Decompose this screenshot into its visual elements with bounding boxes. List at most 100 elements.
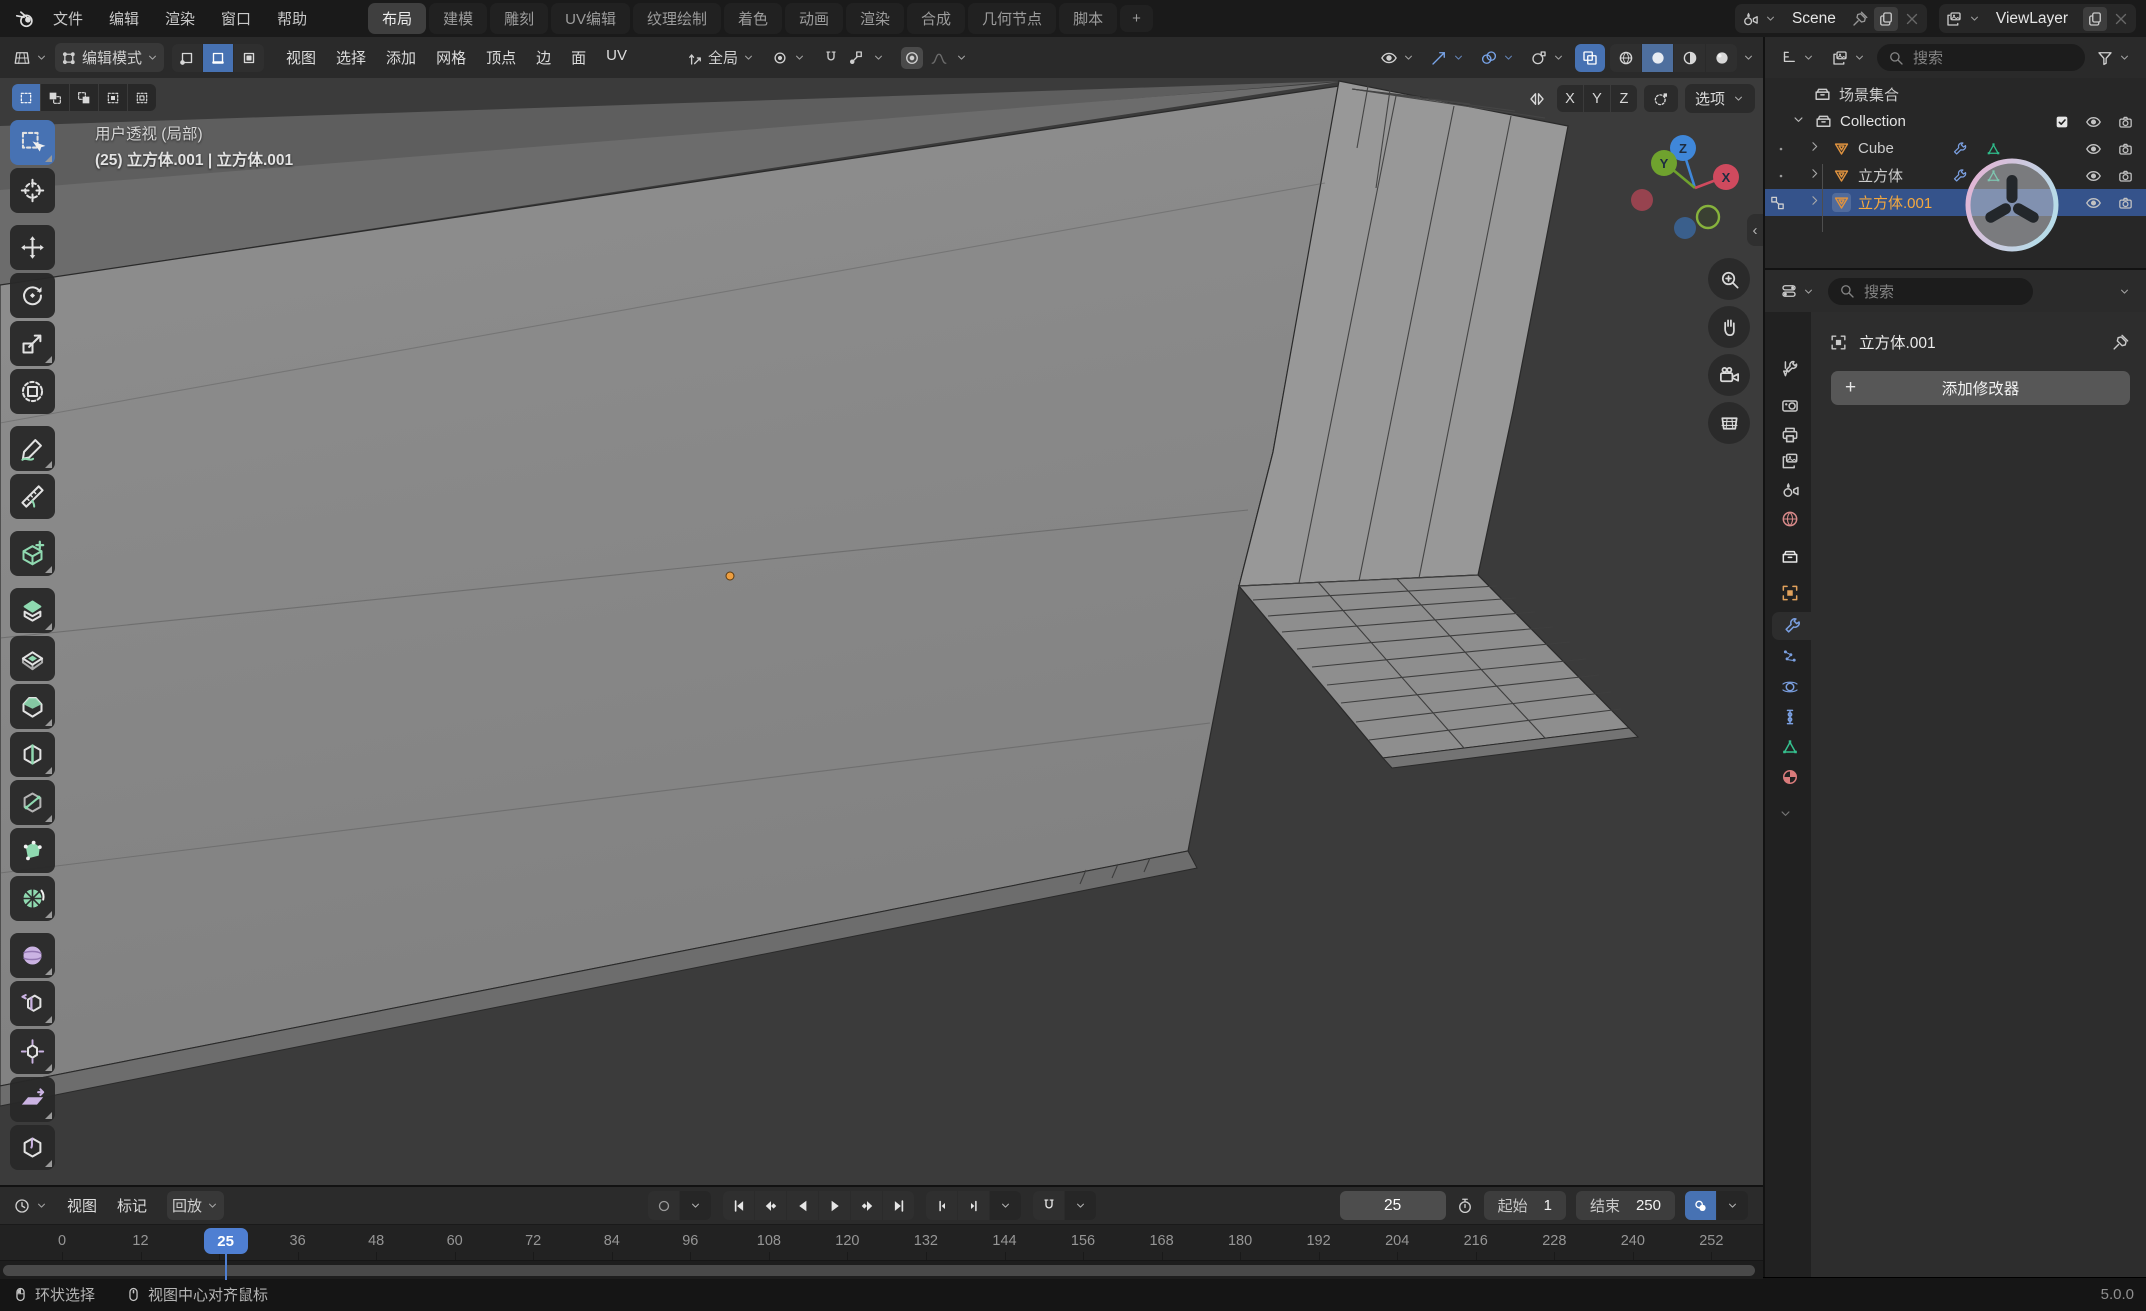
play-icon-button[interactable] (819, 1191, 850, 1220)
hide-render-toggle[interactable] (2117, 113, 2134, 130)
workspace-tab-着色[interactable]: 着色 (724, 3, 782, 34)
workspace-tab-几何节点[interactable]: 几何节点 (968, 3, 1056, 34)
outliner-row-场景集合[interactable]: 场景集合 (1765, 81, 2146, 108)
tool-rip-icon-button[interactable] (10, 1125, 55, 1170)
tool-annotate-icon-button[interactable] (10, 426, 55, 471)
keying-button[interactable] (1685, 1191, 1716, 1220)
tool-bevel-icon-button[interactable] (10, 684, 55, 729)
hide-viewport-toggle[interactable] (2085, 194, 2102, 211)
hide-viewport-toggle[interactable] (2085, 167, 2102, 184)
navigation-gizmo[interactable]: Z Y X (1628, 128, 1761, 248)
tool-spin-icon-button[interactable] (10, 876, 55, 921)
shading-material-icon-button[interactable] (1674, 44, 1705, 72)
select-subtract-icon-button[interactable] (70, 84, 98, 111)
viewport-menu-网格[interactable]: 网格 (426, 43, 476, 72)
viewport-menu-面[interactable]: 面 (561, 43, 596, 72)
workspace-tab-脚本[interactable]: 脚本 (1059, 3, 1117, 34)
add-workspace-button[interactable]: + (1120, 5, 1153, 32)
viewport-menu-边[interactable]: 边 (526, 43, 561, 72)
framestep-dropdown[interactable] (990, 1191, 1021, 1220)
select-invert-icon-button[interactable] (99, 84, 127, 111)
mesh-wireframe[interactable] (0, 78, 1763, 1185)
timeline-ruler[interactable]: 0122436486072849610812013214415616818019… (0, 1224, 1763, 1260)
delete-viewlayer-button[interactable] (2112, 10, 2130, 28)
hide-viewport-toggle[interactable] (2085, 113, 2102, 130)
stopwatch-icon[interactable] (1456, 1197, 1474, 1215)
pin-id-button[interactable] (2111, 333, 2130, 352)
visibility-eye-icon-toggle[interactable] (1375, 45, 1420, 71)
tab-output-icon-tab[interactable] (1772, 421, 1808, 449)
frame-start-field[interactable]: 起始1 (1484, 1191, 1566, 1220)
vertex-select-icon-button[interactable] (172, 44, 202, 72)
gizmo-icon-toggle[interactable] (1425, 45, 1470, 71)
workspace-tab-建模[interactable]: 建模 (429, 3, 487, 34)
outliner-display-mode[interactable] (1826, 45, 1871, 71)
editor-type-button[interactable] (8, 45, 53, 71)
next-keyframe-icon-button[interactable] (851, 1191, 882, 1220)
viewport-3d[interactable]: 用户透视 (局部) (25) 立方体.001 | 立方体.001 XYZ 选项 (0, 78, 1763, 1185)
tool-rotate-icon-button[interactable] (10, 273, 55, 318)
hide-render-toggle[interactable] (2117, 194, 2134, 211)
menu-窗口[interactable]: 窗口 (208, 4, 264, 33)
shading-dropdown[interactable] (1742, 51, 1755, 64)
timeline-menu-标记[interactable]: 标记 (107, 1191, 157, 1220)
pin-scene-button[interactable] (1851, 10, 1869, 28)
properties-search-input[interactable]: 搜索 (1828, 278, 2033, 305)
scene-name[interactable]: Scene (1782, 10, 1846, 28)
mirror-axis-z-button[interactable]: Z (1611, 85, 1637, 112)
new-scene-button[interactable] (1874, 7, 1898, 31)
proportional-editing[interactable] (896, 43, 973, 73)
orientation-dropdown[interactable]: 全局 (681, 43, 760, 72)
gizmo-axis-neg-x[interactable] (1631, 189, 1653, 211)
tool-shear-icon-button[interactable] (10, 1077, 55, 1122)
workspace-tab-合成[interactable]: 合成 (907, 3, 965, 34)
workspace-tab-渲染[interactable]: 渲染 (846, 3, 904, 34)
workspace-tab-UV编辑[interactable]: UV编辑 (551, 3, 630, 34)
tool-polybuild-icon-button[interactable] (10, 828, 55, 873)
step-back-icon-button[interactable] (926, 1191, 957, 1220)
tab-viewlayer-icon-tab[interactable] (1772, 447, 1808, 475)
menu-渲染[interactable]: 渲染 (152, 4, 208, 33)
mirror-axis-y-button[interactable]: Y (1584, 85, 1610, 112)
workspace-tab-纹理绘制[interactable]: 纹理绘制 (633, 3, 721, 34)
playback-menu[interactable]: 回放 (167, 1191, 224, 1220)
pan-hand-icon-button[interactable] (1708, 306, 1750, 348)
new-viewlayer-button[interactable] (2083, 7, 2107, 31)
tool-inset-icon-button[interactable] (10, 636, 55, 681)
jump-start-icon-button[interactable] (723, 1191, 754, 1220)
xray-toggle[interactable] (1575, 44, 1605, 72)
timeline-horizontal-scrollbar[interactable] (3, 1265, 1755, 1276)
compositor-icon-toggle[interactable] (1525, 45, 1570, 71)
tab-tool-icon-tab[interactable] (1772, 355, 1808, 383)
options-dropdown[interactable]: 选项 (1685, 84, 1755, 113)
tool-move-icon-button[interactable] (10, 225, 55, 270)
select-intersect-icon-button[interactable] (128, 84, 156, 111)
snap-widget-button[interactable] (1644, 85, 1678, 112)
tab-world-icon-tab[interactable] (1772, 505, 1808, 533)
tool-select-box-icon-button[interactable] (10, 120, 55, 165)
chevron-down-icon[interactable] (1764, 12, 1777, 25)
tab-scene-icon-tab[interactable] (1772, 476, 1808, 504)
edge-select-icon-button[interactable] (203, 44, 233, 72)
menu-编辑[interactable]: 编辑 (96, 4, 152, 33)
outliner-editor-type-button[interactable] (1775, 45, 1820, 71)
select-extend-icon-button[interactable] (41, 84, 69, 111)
tool-cursor-icon-button[interactable] (10, 168, 55, 213)
snap-toggle[interactable] (817, 45, 890, 71)
tool-smooth-icon-button[interactable] (10, 933, 55, 978)
properties-options-dropdown[interactable] (2113, 281, 2136, 302)
play-reverse-icon-button[interactable] (787, 1191, 818, 1220)
tab-particles-icon-tab[interactable] (1772, 642, 1808, 670)
menu-帮助[interactable]: 帮助 (264, 4, 320, 33)
blender-logo-icon[interactable] (10, 8, 40, 30)
tool-extrude-icon-button[interactable] (10, 588, 55, 633)
outliner-row-Collection[interactable]: Collection (1765, 108, 2146, 135)
prev-keyframe-icon-button[interactable] (755, 1191, 786, 1220)
tool-loopcut-icon-button[interactable] (10, 732, 55, 777)
autokey-dropdown[interactable] (680, 1191, 711, 1220)
add-modifier-button[interactable]: + 添加修改器 (1831, 371, 2130, 405)
viewlayer-name[interactable]: ViewLayer (1986, 10, 2078, 28)
viewport-menu-顶点[interactable]: 顶点 (476, 43, 526, 72)
frame-end-field[interactable]: 结束250 (1576, 1191, 1675, 1220)
timeline-snap-dropdown[interactable] (1065, 1191, 1096, 1220)
